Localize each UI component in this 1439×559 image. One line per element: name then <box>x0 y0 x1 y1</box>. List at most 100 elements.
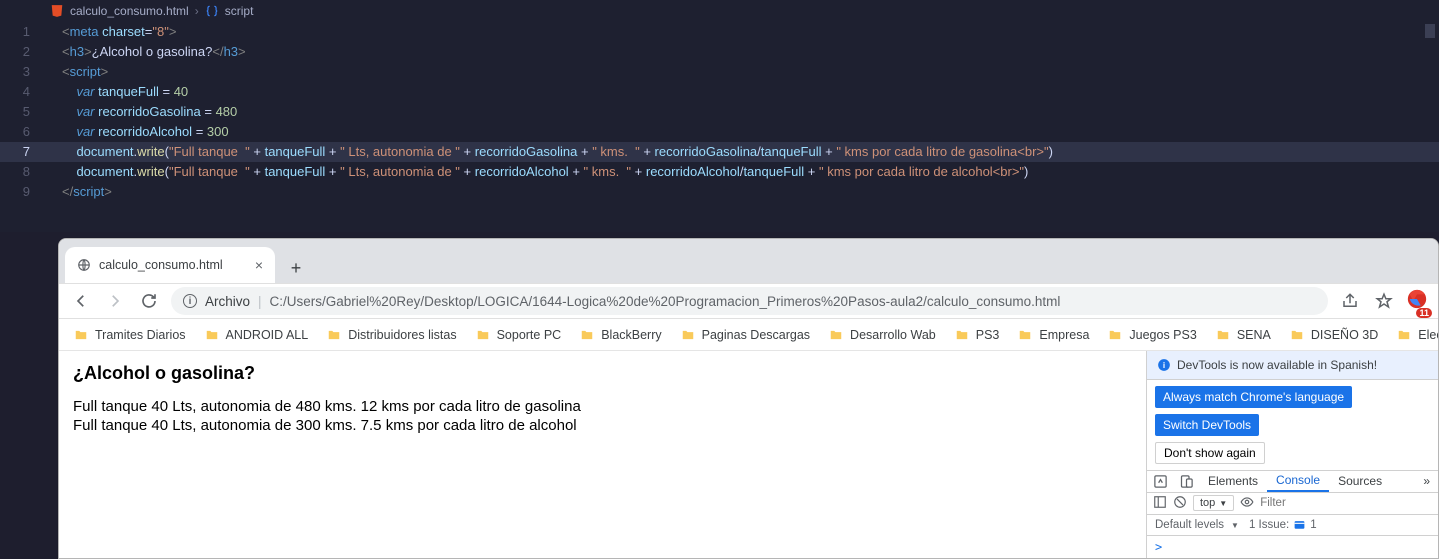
line-number: 2 <box>0 42 42 62</box>
bookmark-item[interactable]: Desarrollo Wab <box>822 324 942 346</box>
url-scheme: Archivo <box>205 294 250 309</box>
console-filters: Default levels 1 Issue: 1 <box>1147 515 1438 536</box>
line-number: 8 <box>0 162 42 182</box>
devtools-banner: i DevTools is now available in Spanish! <box>1147 351 1438 380</box>
match-language-button[interactable]: Always match Chrome's language <box>1155 386 1352 408</box>
folder-icon <box>1396 328 1412 342</box>
url-path: C:/Users/Gabriel%20Rey/Desktop/LOGICA/16… <box>270 294 1061 309</box>
info-icon: i <box>1157 358 1171 372</box>
browser-window: calculo_consumo.html × + i Archivo | C:/… <box>58 238 1439 559</box>
folder-icon <box>1017 328 1033 342</box>
bookmarks-bar: Tramites Diarios ANDROID ALL Distribuidore… <box>59 319 1438 351</box>
bookmark-item[interactable]: PS3 <box>948 324 1006 346</box>
breadcrumb-node[interactable]: script <box>225 4 254 18</box>
issue-icon <box>1293 519 1306 532</box>
html-icon <box>50 4 64 18</box>
svg-text:i: i <box>1163 361 1165 370</box>
extension-badge: 11 <box>1416 308 1432 318</box>
device-icon[interactable] <box>1173 474 1199 489</box>
devtools-banner-text: DevTools is now available in Spanish! <box>1177 358 1377 372</box>
tab-elements[interactable]: Elements <box>1199 471 1267 492</box>
page-content: ¿Alcohol o gasolina? Full tanque 40 Lts,… <box>59 351 1146 558</box>
address-box[interactable]: i Archivo | C:/Users/Gabriel%20Rey/Deskt… <box>171 287 1328 315</box>
bookmark-label: Distribuidores listas <box>348 328 456 342</box>
bookmark-item[interactable]: BlackBerry <box>573 324 667 346</box>
line-number: 4 <box>0 82 42 102</box>
bookmark-item[interactable]: Soporte PC <box>469 324 568 346</box>
tab-sources[interactable]: Sources <box>1329 471 1391 492</box>
folder-icon <box>680 328 696 342</box>
page-line: Full tanque 40 Lts, autonomia de 300 kms… <box>73 417 1132 436</box>
folder-icon <box>204 328 220 342</box>
line-number: 6 <box>0 122 42 142</box>
console-prompt[interactable]: > <box>1147 536 1438 558</box>
clear-console-icon[interactable] <box>1173 495 1187 512</box>
bookmark-label: Paginas Descargas <box>702 328 810 342</box>
tab-strip: calculo_consumo.html × + <box>59 239 1438 283</box>
bookmark-label: Desarrollo Wab <box>850 328 936 342</box>
bookmark-item[interactable]: Paginas Descargas <box>674 324 816 346</box>
forward-button[interactable] <box>103 289 127 313</box>
line-number: 1 <box>0 22 42 42</box>
sidebar-toggle-icon[interactable] <box>1153 495 1167 512</box>
breadcrumb-file[interactable]: calculo_consumo.html <box>70 4 189 18</box>
bookmark-label: PS3 <box>976 328 1000 342</box>
tab-title: calculo_consumo.html <box>99 258 223 272</box>
bookmark-item[interactable]: Juegos PS3 <box>1101 324 1202 346</box>
tab-console[interactable]: Console <box>1267 471 1329 492</box>
code-editor: calculo_consumo.html › script 1<meta cha… <box>0 0 1439 232</box>
bookmark-item[interactable]: DISEÑO 3D <box>1283 324 1384 346</box>
breadcrumb-separator: › <box>195 4 199 18</box>
address-bar: i Archivo | C:/Users/Gabriel%20Rey/Deskt… <box>59 283 1438 319</box>
back-button[interactable] <box>69 289 93 313</box>
line-number: 7 <box>0 142 42 162</box>
code-area[interactable]: 1<meta charset="8"> 2<h3>¿Alcohol o gaso… <box>0 22 1439 202</box>
folder-icon <box>73 328 89 342</box>
dont-show-again-button[interactable]: Don't show again <box>1155 442 1265 464</box>
reload-button[interactable] <box>137 289 161 313</box>
star-icon[interactable] <box>1372 289 1396 313</box>
close-icon[interactable]: × <box>255 258 263 272</box>
bookmark-label: Empresa <box>1039 328 1089 342</box>
devtools-panel: i DevTools is now available in Spanish! … <box>1146 351 1438 558</box>
browser-tab[interactable]: calculo_consumo.html × <box>65 247 275 283</box>
bookmark-item[interactable]: ANDROID ALL <box>198 324 315 346</box>
breadcrumb: calculo_consumo.html › script <box>0 0 1439 22</box>
site-info-icon[interactable]: i <box>183 294 197 308</box>
folder-icon <box>1107 328 1123 342</box>
tabs-overflow[interactable]: » <box>1415 474 1438 488</box>
bookmark-label: Juegos PS3 <box>1129 328 1196 342</box>
bookmark-label: Electronica <box>1418 328 1438 342</box>
extension-icon[interactable]: 11 <box>1406 288 1428 315</box>
brackets-icon <box>205 4 219 18</box>
page-title: ¿Alcohol o gasolina? <box>73 363 1132 384</box>
eye-icon[interactable] <box>1240 495 1254 512</box>
filter-input[interactable] <box>1260 497 1432 510</box>
line-number: 9 <box>0 182 42 202</box>
folder-icon <box>475 328 491 342</box>
new-tab-button[interactable]: + <box>281 253 311 283</box>
page-line: Full tanque 40 Lts, autonomia de 480 kms… <box>73 398 1132 417</box>
context-selector[interactable]: top▼ <box>1193 495 1234 511</box>
globe-icon <box>77 258 91 272</box>
folder-icon <box>1215 328 1231 342</box>
bookmark-label: ANDROID ALL <box>226 328 309 342</box>
share-icon[interactable] <box>1338 289 1362 313</box>
bookmark-label: Soporte PC <box>497 328 562 342</box>
issues-indicator[interactable]: 1 Issue: 1 <box>1249 519 1317 532</box>
folder-icon <box>326 328 342 342</box>
bookmark-item[interactable]: Electronica <box>1390 324 1438 346</box>
bookmark-item[interactable]: Empresa <box>1011 324 1095 346</box>
line-number: 5 <box>0 102 42 122</box>
folder-icon <box>1289 328 1305 342</box>
line-number: 3 <box>0 62 42 82</box>
default-levels[interactable]: Default levels <box>1155 519 1239 531</box>
bookmark-label: DISEÑO 3D <box>1311 328 1378 342</box>
folder-icon <box>954 328 970 342</box>
switch-devtools-button[interactable]: Switch DevTools <box>1155 414 1259 436</box>
bookmark-item[interactable]: SENA <box>1209 324 1277 346</box>
bookmark-item[interactable]: Tramites Diarios <box>67 324 192 346</box>
devtools-tabs: Elements Console Sources » <box>1147 470 1438 493</box>
bookmark-item[interactable]: Distribuidores listas <box>320 324 462 346</box>
inspect-icon[interactable] <box>1147 474 1173 489</box>
